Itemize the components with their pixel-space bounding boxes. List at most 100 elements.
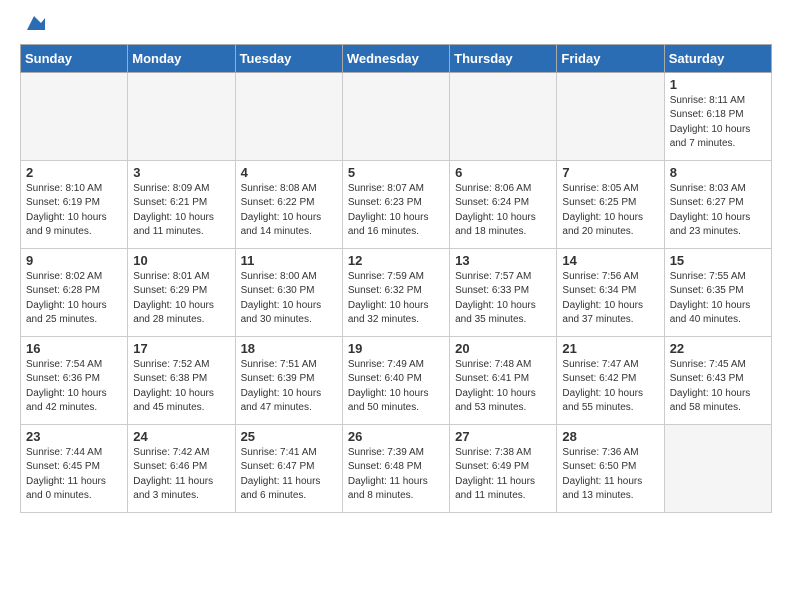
- day-number: 18: [241, 341, 337, 356]
- calendar-cell: 8Sunrise: 8:03 AM Sunset: 6:27 PM Daylig…: [664, 160, 771, 248]
- day-number: 14: [562, 253, 658, 268]
- calendar-cell: [557, 72, 664, 160]
- weekday-header-sunday: Sunday: [21, 44, 128, 72]
- day-number: 23: [26, 429, 122, 444]
- calendar-cell: 16 Sunrise: 7:54 AM Sunset: 6:36 PM Dayli…: [21, 336, 128, 424]
- weekday-header-monday: Monday: [128, 44, 235, 72]
- calendar-cell: 27 Sunrise: 7:38 AM Sunset: 6:49 PM Dayli…: [450, 424, 557, 512]
- week-row-0: 1Sunrise: 8:11 AM Sunset: 6:18 PM Daylig…: [21, 72, 772, 160]
- calendar-cell: 13 Sunrise: 7:57 AM Sunset: 6:33 PM Dayli…: [450, 248, 557, 336]
- weekday-header-saturday: Saturday: [664, 44, 771, 72]
- day-info: Sunrise: 7:54 AM Sunset: 6:36 PM Dayligh…: [26, 358, 122, 416]
- day-number: 25: [241, 429, 337, 444]
- calendar-cell: 5 Sunrise: 8:07 AM Sunset: 6:23 PM Daylig…: [342, 160, 449, 248]
- day-info: Sunrise: 8:09 AM Sunset: 6:21 PM Dayligh…: [133, 182, 229, 240]
- day-info: Sunrise: 8:01 AM Sunset: 6:29 PM Dayligh…: [133, 270, 229, 328]
- day-number: 11: [241, 253, 337, 268]
- calendar-cell: 25 Sunrise: 7:41 AM Sunset: 6:47 PM Dayli…: [235, 424, 342, 512]
- calendar-cell: 9 Sunrise: 8:02 AM Sunset: 6:28 PM Daylig…: [21, 248, 128, 336]
- week-row-2: 9 Sunrise: 8:02 AM Sunset: 6:28 PM Daylig…: [21, 248, 772, 336]
- day-info: Sunrise: 7:45 AM Sunset: 6:43 PM Dayligh…: [670, 358, 766, 416]
- day-info: Sunrise: 7:52 AM Sunset: 6:38 PM Dayligh…: [133, 358, 229, 416]
- day-info: Sunrise: 7:56 AM Sunset: 6:34 PM Dayligh…: [562, 270, 658, 328]
- day-info: Sunrise: 7:47 AM Sunset: 6:42 PM Dayligh…: [562, 358, 658, 416]
- calendar-cell: [21, 72, 128, 160]
- day-number: 6: [455, 165, 551, 180]
- day-number: 24: [133, 429, 229, 444]
- weekday-header-thursday: Thursday: [450, 44, 557, 72]
- calendar-cell: 11 Sunrise: 8:00 AM Sunset: 6:30 PM Dayli…: [235, 248, 342, 336]
- header: [20, 16, 772, 36]
- logo-icon: [23, 12, 45, 34]
- calendar-cell: 15 Sunrise: 7:55 AM Sunset: 6:35 PM Dayli…: [664, 248, 771, 336]
- day-number: 10: [133, 253, 229, 268]
- day-info: Sunrise: 7:48 AM Sunset: 6:41 PM Dayligh…: [455, 358, 551, 416]
- day-number: 16: [26, 341, 122, 356]
- day-info: Sunrise: 7:44 AM Sunset: 6:45 PM Dayligh…: [26, 446, 122, 504]
- calendar-cell: 21 Sunrise: 7:47 AM Sunset: 6:42 PM Dayli…: [557, 336, 664, 424]
- weekday-header-wednesday: Wednesday: [342, 44, 449, 72]
- day-info: Sunrise: 8:06 AM Sunset: 6:24 PM Dayligh…: [455, 182, 551, 240]
- day-number: 20: [455, 341, 551, 356]
- day-number: 21: [562, 341, 658, 356]
- day-number: 4: [241, 165, 337, 180]
- day-number: 27: [455, 429, 551, 444]
- calendar-cell: 2 Sunrise: 8:10 AM Sunset: 6:19 PM Daylig…: [21, 160, 128, 248]
- day-number: 28: [562, 429, 658, 444]
- day-info: Sunrise: 8:08 AM Sunset: 6:22 PM Dayligh…: [241, 182, 337, 240]
- week-row-1: 2 Sunrise: 8:10 AM Sunset: 6:19 PM Daylig…: [21, 160, 772, 248]
- week-row-3: 16 Sunrise: 7:54 AM Sunset: 6:36 PM Dayli…: [21, 336, 772, 424]
- calendar-cell: 4 Sunrise: 8:08 AM Sunset: 6:22 PM Daylig…: [235, 160, 342, 248]
- weekday-header-friday: Friday: [557, 44, 664, 72]
- day-number: 9: [26, 253, 122, 268]
- day-number: 8: [670, 165, 766, 180]
- calendar-cell: 26 Sunrise: 7:39 AM Sunset: 6:48 PM Dayli…: [342, 424, 449, 512]
- calendar-cell: 22 Sunrise: 7:45 AM Sunset: 6:43 PM Dayli…: [664, 336, 771, 424]
- calendar-cell: [128, 72, 235, 160]
- calendar-cell: 1Sunrise: 8:11 AM Sunset: 6:18 PM Daylig…: [664, 72, 771, 160]
- calendar-cell: [664, 424, 771, 512]
- calendar-cell: 23 Sunrise: 7:44 AM Sunset: 6:45 PM Dayli…: [21, 424, 128, 512]
- day-number: 22: [670, 341, 766, 356]
- day-info: Sunrise: 8:02 AM Sunset: 6:28 PM Dayligh…: [26, 270, 122, 328]
- day-number: 13: [455, 253, 551, 268]
- calendar-cell: 24 Sunrise: 7:42 AM Sunset: 6:46 PM Dayli…: [128, 424, 235, 512]
- day-info: Sunrise: 7:55 AM Sunset: 6:35 PM Dayligh…: [670, 270, 766, 328]
- week-row-4: 23 Sunrise: 7:44 AM Sunset: 6:45 PM Dayli…: [21, 424, 772, 512]
- weekday-header-row: SundayMondayTuesdayWednesdayThursdayFrid…: [21, 44, 772, 72]
- day-info: Sunrise: 7:42 AM Sunset: 6:46 PM Dayligh…: [133, 446, 229, 504]
- day-info: Sunrise: 7:38 AM Sunset: 6:49 PM Dayligh…: [455, 446, 551, 504]
- day-number: 2: [26, 165, 122, 180]
- day-number: 26: [348, 429, 444, 444]
- calendar-cell: 18 Sunrise: 7:51 AM Sunset: 6:39 PM Dayli…: [235, 336, 342, 424]
- day-info: Sunrise: 8:10 AM Sunset: 6:19 PM Dayligh…: [26, 182, 122, 240]
- calendar-cell: 28 Sunrise: 7:36 AM Sunset: 6:50 PM Dayli…: [557, 424, 664, 512]
- day-info: Sunrise: 7:51 AM Sunset: 6:39 PM Dayligh…: [241, 358, 337, 416]
- calendar-cell: [235, 72, 342, 160]
- day-info: Sunrise: 7:41 AM Sunset: 6:47 PM Dayligh…: [241, 446, 337, 504]
- day-number: 5: [348, 165, 444, 180]
- day-info: Sunrise: 7:57 AM Sunset: 6:33 PM Dayligh…: [455, 270, 551, 328]
- calendar-cell: 20 Sunrise: 7:48 AM Sunset: 6:41 PM Dayli…: [450, 336, 557, 424]
- calendar-cell: 19Sunrise: 7:49 AM Sunset: 6:40 PM Dayli…: [342, 336, 449, 424]
- weekday-header-tuesday: Tuesday: [235, 44, 342, 72]
- day-info: Sunrise: 8:07 AM Sunset: 6:23 PM Dayligh…: [348, 182, 444, 240]
- day-number: 15: [670, 253, 766, 268]
- day-number: 17: [133, 341, 229, 356]
- day-info: Sunrise: 7:36 AM Sunset: 6:50 PM Dayligh…: [562, 446, 658, 504]
- day-info: Sunrise: 7:39 AM Sunset: 6:48 PM Dayligh…: [348, 446, 444, 504]
- day-number: 7: [562, 165, 658, 180]
- calendar-cell: 7 Sunrise: 8:05 AM Sunset: 6:25 PM Daylig…: [557, 160, 664, 248]
- day-info: Sunrise: 7:59 AM Sunset: 6:32 PM Dayligh…: [348, 270, 444, 328]
- calendar-cell: 3Sunrise: 8:09 AM Sunset: 6:21 PM Daylig…: [128, 160, 235, 248]
- day-info: Sunrise: 8:00 AM Sunset: 6:30 PM Dayligh…: [241, 270, 337, 328]
- calendar-cell: 6 Sunrise: 8:06 AM Sunset: 6:24 PM Daylig…: [450, 160, 557, 248]
- day-info: Sunrise: 8:05 AM Sunset: 6:25 PM Dayligh…: [562, 182, 658, 240]
- day-number: 1: [670, 77, 766, 92]
- calendar-cell: 10 Sunrise: 8:01 AM Sunset: 6:29 PM Dayli…: [128, 248, 235, 336]
- day-number: 12: [348, 253, 444, 268]
- calendar-cell: 17 Sunrise: 7:52 AM Sunset: 6:38 PM Dayli…: [128, 336, 235, 424]
- calendar-table: SundayMondayTuesdayWednesdayThursdayFrid…: [20, 44, 772, 513]
- calendar-cell: 12 Sunrise: 7:59 AM Sunset: 6:32 PM Dayli…: [342, 248, 449, 336]
- calendar-cell: 14 Sunrise: 7:56 AM Sunset: 6:34 PM Dayli…: [557, 248, 664, 336]
